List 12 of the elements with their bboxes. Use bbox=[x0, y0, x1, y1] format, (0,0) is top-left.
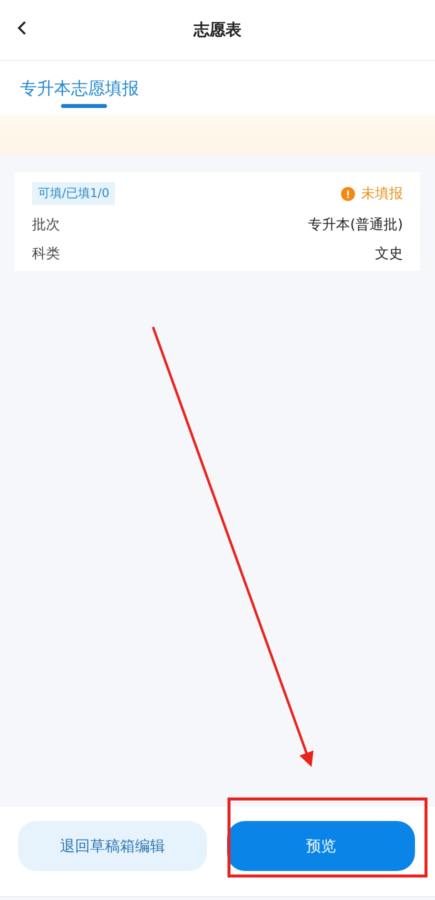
preview-button[interactable]: 预览 bbox=[226, 821, 415, 871]
warning-icon bbox=[341, 186, 355, 200]
status-label: 未填报 bbox=[361, 184, 403, 202]
field-label: 科类 bbox=[32, 245, 60, 263]
field-label: 批次 bbox=[32, 216, 60, 234]
edit-button[interactable]: 退回草稿箱编辑 bbox=[18, 821, 206, 871]
back-icon[interactable] bbox=[16, 20, 28, 36]
field-value: 专升本(普通批) bbox=[308, 216, 403, 234]
field-value: 文史 bbox=[375, 245, 403, 263]
tab-indicator bbox=[61, 104, 107, 108]
quota-tag: 可填/已填1/0 bbox=[32, 182, 116, 205]
window-title: 志愿表 bbox=[194, 20, 242, 40]
